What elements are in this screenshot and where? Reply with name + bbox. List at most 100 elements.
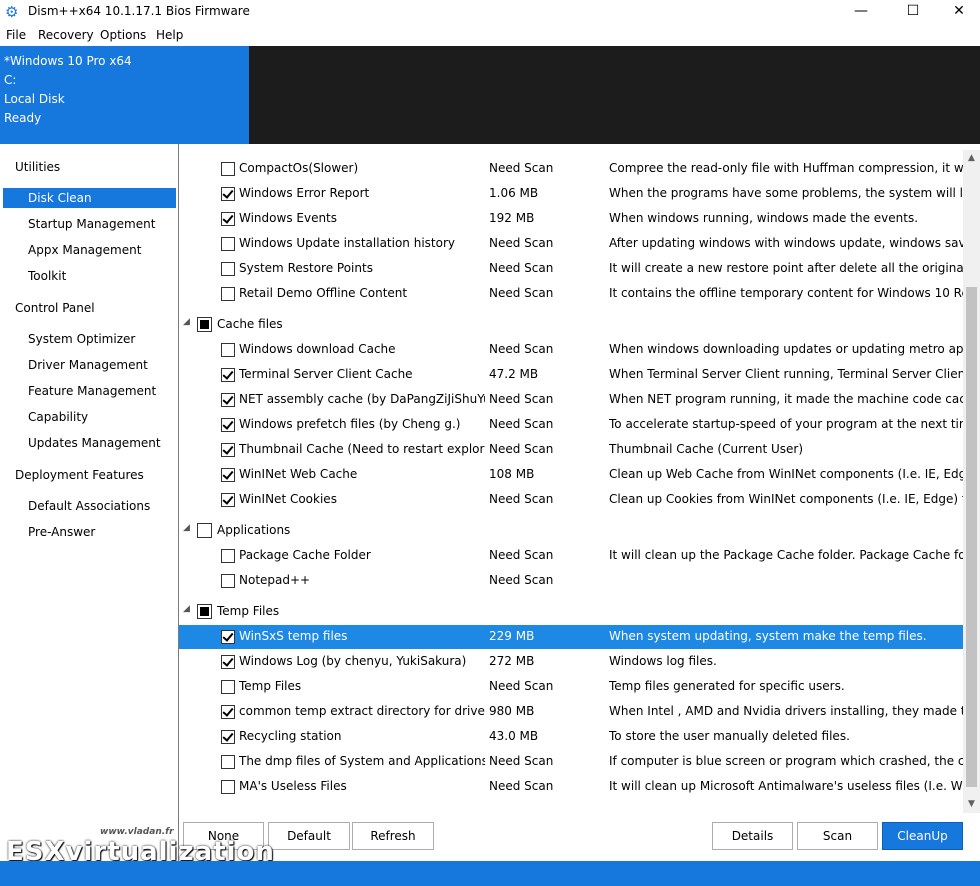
item-name: Package Cache Folder [239, 548, 371, 562]
collapse-arrow-icon[interactable]: ◢ [183, 604, 190, 614]
details-button[interactable]: Details [712, 822, 793, 850]
list-item[interactable]: WinINet Web Cache 108 MB Clean up Web Cach… [179, 463, 967, 487]
item-checkbox[interactable] [221, 418, 235, 432]
list-item[interactable]: System Restore Points Need Scan It will cr… [179, 257, 967, 281]
scroll-down-arrow-icon[interactable]: ▼ [963, 796, 980, 813]
list-item[interactable]: common temp extract directory for driver… [179, 700, 967, 724]
item-size: Need Scan [489, 754, 554, 768]
item-checkbox[interactable] [221, 162, 235, 176]
sidebar-item-updates-management[interactable]: Updates Management [28, 436, 161, 450]
cleanup-button[interactable]: CleanUp [882, 822, 963, 850]
item-checkbox[interactable] [221, 493, 235, 507]
sidebar-item-driver-management[interactable]: Driver Management [28, 358, 148, 372]
list-item[interactable]: Windows download Cache Need Scan When wind… [179, 338, 967, 362]
menu-recovery[interactable]: Recovery [38, 28, 94, 42]
item-checkbox[interactable] [221, 780, 235, 794]
sidebar-item-toolkit[interactable]: Toolkit [28, 269, 66, 283]
refresh-button[interactable]: Refresh [352, 822, 434, 850]
collapse-arrow-icon[interactable]: ◢ [183, 317, 190, 327]
sidebar-item-default-associations[interactable]: Default Associations [28, 499, 150, 513]
sidebar-item-capability[interactable]: Capability [28, 410, 88, 424]
group-row[interactable]: ◢ Temp Files [179, 600, 967, 624]
group-name: Temp Files [217, 604, 280, 618]
item-checkbox[interactable] [221, 655, 235, 669]
list-item[interactable]: Terminal Server Client Cache 47.2 MB When … [179, 363, 967, 387]
item-checkbox[interactable] [221, 212, 235, 226]
item-checkbox[interactable] [221, 443, 235, 457]
list-item[interactable]: Notepad++ Need Scan [179, 569, 967, 593]
item-description: It will clean up Microsoft Antimalware's… [609, 779, 967, 793]
item-checkbox[interactable] [221, 237, 235, 251]
sidebar-item-startup-management[interactable]: Startup Management [28, 217, 155, 231]
item-description: When Terminal Server Client running, Ter… [609, 367, 967, 381]
item-size: 43.0 MB [489, 729, 539, 743]
item-checkbox[interactable] [221, 287, 235, 301]
group-name: Cache files [217, 317, 283, 331]
item-checkbox[interactable] [221, 705, 235, 719]
maximize-button[interactable]: ☐ [890, 0, 936, 24]
group-checkbox[interactable] [197, 523, 212, 538]
sidebar-item-appx-management[interactable]: Appx Management [28, 243, 141, 257]
group-checkbox[interactable] [197, 317, 212, 332]
item-size: Need Scan [489, 161, 554, 175]
item-checkbox[interactable] [221, 680, 235, 694]
list-scrollbar[interactable]: ▲ ▼ [963, 150, 980, 813]
sidebar-item-feature-management[interactable]: Feature Management [28, 384, 156, 398]
item-checkbox[interactable] [221, 187, 235, 201]
item-checkbox[interactable] [221, 549, 235, 563]
list-item[interactable]: Temp Files Need Scan Temp files generated … [179, 675, 967, 699]
group-checkbox[interactable] [197, 604, 212, 619]
item-description: To store the user manually deleted files… [609, 729, 850, 743]
item-name: Windows Update installation history [239, 236, 455, 250]
watermark-url: www.vladan.fr [100, 827, 174, 837]
list-item[interactable]: WinSxS temp files 229 MB When system updat… [179, 625, 967, 649]
item-checkbox[interactable] [221, 730, 235, 744]
list-item[interactable]: NET assembly cache (by DaPangZiJiShuYuan… [179, 388, 967, 412]
minimize-button[interactable]: — [838, 0, 884, 24]
default-button[interactable]: Default [268, 822, 350, 850]
list-item[interactable]: WinINet Cookies Need Scan Clean up Cookies… [179, 488, 967, 512]
list-item[interactable]: Recycling station 43.0 MB To store the use… [179, 725, 967, 749]
item-description: Compree the read-only file with Huffman … [609, 161, 967, 175]
item-checkbox[interactable] [221, 368, 235, 382]
sidebar-item-disk-clean[interactable]: Disk Clean [28, 191, 92, 205]
group-row[interactable]: ◢ Applications [179, 519, 967, 543]
item-size: Need Scan [489, 286, 554, 300]
sidebar-item-system-optimizer[interactable]: System Optimizer [28, 332, 135, 346]
image-info-panel[interactable]: *Windows 10 Pro x64 C: Local Disk Ready [0, 46, 249, 144]
list-item[interactable]: Package Cache Folder Need Scan It will cle… [179, 544, 967, 568]
item-checkbox[interactable] [221, 343, 235, 357]
item-checkbox[interactable] [221, 468, 235, 482]
collapse-arrow-icon[interactable]: ◢ [183, 523, 190, 533]
close-button[interactable]: ✕ [936, 0, 980, 24]
item-checkbox[interactable] [221, 574, 235, 588]
clean-items-list[interactable]: CompactOs(Slower) Need Scan Compree the re… [179, 150, 967, 813]
list-item[interactable]: Retail Demo Offline Content Need Scan It c… [179, 282, 967, 306]
item-checkbox[interactable] [221, 262, 235, 276]
item-description: When system updating, system make the te… [609, 629, 927, 643]
item-description: It contains the offline temporary conten… [609, 286, 967, 300]
list-item[interactable]: Windows Log (by chenyu, YukiSakura) 272 M… [179, 650, 967, 674]
scroll-thumb[interactable] [966, 287, 977, 787]
menu-file[interactable]: File [6, 28, 26, 42]
status-bar [0, 861, 980, 886]
item-checkbox[interactable] [221, 630, 235, 644]
list-item[interactable]: Windows Update installation history Need … [179, 232, 967, 256]
group-row[interactable]: ◢ Cache files [179, 313, 967, 337]
list-item[interactable]: Windows Error Report 1.06 MB When the prog… [179, 182, 967, 206]
list-item[interactable]: Windows Events 192 MB When windows running… [179, 207, 967, 231]
list-item[interactable]: The dmp files of System and Applications… [179, 750, 967, 774]
menu-options[interactable]: Options [100, 28, 146, 42]
scan-button[interactable]: Scan [797, 822, 878, 850]
list-item[interactable]: CompactOs(Slower) Need Scan Compree the re… [179, 157, 967, 181]
list-item[interactable]: MA's Useless Files Need Scan It will clean… [179, 775, 967, 799]
sidebar-item-pre-answer[interactable]: Pre-Answer [28, 525, 95, 539]
list-item[interactable]: Windows prefetch files (by Cheng g.) Need… [179, 413, 967, 437]
item-description: When the programs have some problems, th… [609, 186, 967, 200]
item-checkbox[interactable] [221, 755, 235, 769]
item-name: Windows Log (by chenyu, YukiSakura) [239, 654, 467, 668]
scroll-up-arrow-icon[interactable]: ▲ [963, 150, 980, 167]
item-checkbox[interactable] [221, 393, 235, 407]
menu-help[interactable]: Help [156, 28, 183, 42]
list-item[interactable]: Thumbnail Cache (Need to restart explore… [179, 438, 967, 462]
